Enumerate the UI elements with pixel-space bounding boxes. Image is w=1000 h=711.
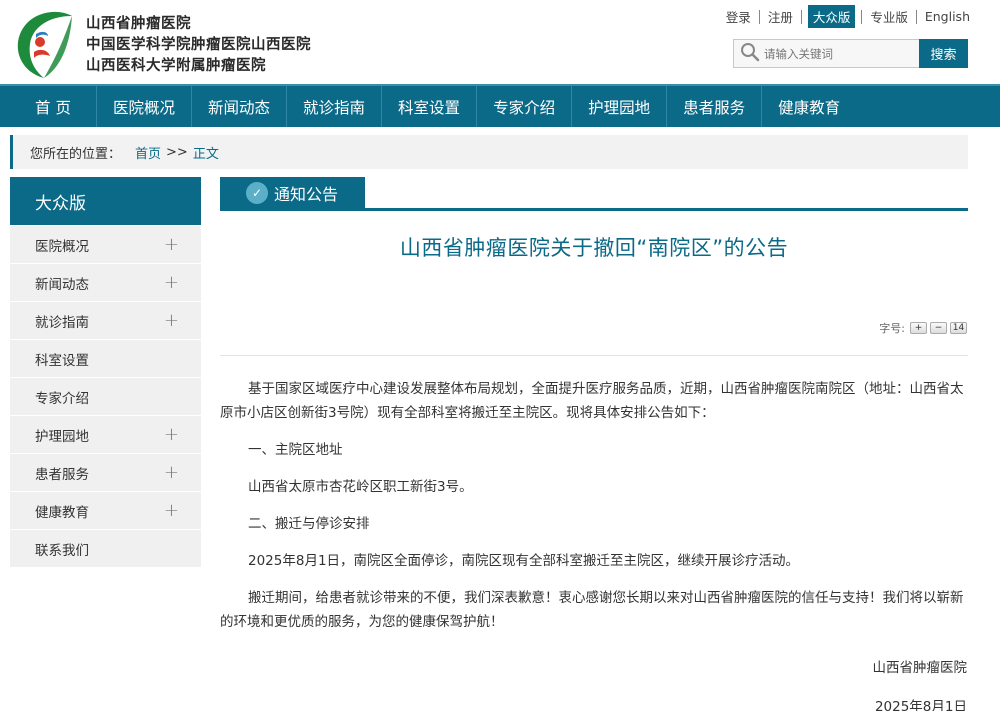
hospital-logo[interactable]	[14, 8, 78, 80]
divider	[800, 9, 802, 24]
article-paragraph: 搬迁期间，给患者就诊带来的不便，我们深表歉意！衷心感谢您长期以来对山西省肿瘤医院…	[220, 590, 964, 630]
english-link[interactable]: English	[917, 9, 970, 24]
sidebar-item-label: 联系我们	[35, 542, 89, 559]
nav-item-news[interactable]: 新闻动态	[192, 86, 288, 127]
sidebar-item-contact[interactable]: 联系我们	[10, 530, 201, 567]
breadcrumb-current[interactable]: 正文	[193, 143, 219, 162]
search-icon	[740, 42, 760, 66]
sidebar-menu: 医院概况 + 新闻动态 + 就诊指南 + 科室设置 专家介绍 护理园地 + 患者服务 + …	[10, 226, 201, 568]
breadcrumb-prefix: 您所在的位置：	[30, 146, 122, 162]
hospital-name-line-2: 中国医学科学院肿瘤医院山西医院	[86, 36, 311, 53]
main-nav: 首 页 医院概况 新闻动态 就诊指南 科室设置 专家介绍 护理园地 患者服务 健…	[0, 84, 1000, 127]
article-paragraph: 基于国家区域医疗中心建设发展整体布局规划，全面提升医疗服务品质，近期，山西省肿瘤…	[220, 381, 964, 421]
expand-icon[interactable]: +	[164, 311, 179, 330]
article-paragraph: 2025年8月1日，南院区全面停诊，南院区现有全部科室搬迁至主院区，继续开展诊疗…	[248, 553, 800, 569]
sidebar-item-label: 科室设置	[35, 352, 89, 369]
search-field[interactable]	[733, 39, 919, 68]
sidebar-item-guide[interactable]: 就诊指南 +	[10, 302, 201, 339]
sidebar-item-news[interactable]: 新闻动态 +	[10, 264, 201, 301]
nav-item-home[interactable]: 首 页	[10, 86, 97, 127]
divider	[220, 355, 968, 356]
font-size-label: 字号:	[879, 322, 905, 335]
sidebar-item-label: 健康教育	[35, 504, 89, 521]
sidebar-item-label: 专家介绍	[35, 390, 89, 407]
sidebar-item-experts[interactable]: 专家介绍	[10, 378, 201, 415]
sidebar-item-label: 患者服务	[35, 466, 89, 483]
breadcrumb-separator: >>	[166, 144, 188, 160]
nav-item-health-education[interactable]: 健康教育	[762, 86, 856, 127]
sidebar-item-patient-services[interactable]: 患者服务 +	[10, 454, 201, 491]
sidebar-item-label: 就诊指南	[35, 314, 89, 331]
sidebar-item-departments[interactable]: 科室设置	[10, 340, 201, 377]
font-reset-button[interactable]: 14	[950, 322, 967, 334]
nav-item-patient-services[interactable]: 患者服务	[667, 86, 763, 127]
expand-icon[interactable]: +	[164, 273, 179, 292]
expand-icon[interactable]: +	[164, 463, 179, 482]
sidebar-title: 大众版	[10, 177, 201, 225]
article-paragraph: 二、搬迁与停诊安排	[248, 516, 370, 532]
search-bar: 搜索	[733, 39, 968, 68]
nav-item-experts[interactable]: 专家介绍	[477, 86, 573, 127]
sidebar-item-label: 护理园地	[35, 428, 89, 445]
article-title: 山西省肿瘤医院关于撤回“南院区”的公告	[399, 236, 789, 260]
expand-icon[interactable]: +	[164, 501, 179, 520]
expand-icon[interactable]: +	[164, 235, 179, 254]
article-paragraph: 山西省太原市杏花岭区职工新街3号。	[248, 479, 473, 495]
hospital-name-line-3: 山西医科大学附属肿瘤医院	[86, 57, 266, 74]
sidebar-item-nursing[interactable]: 护理园地 +	[10, 416, 201, 453]
article-body: 基于国家区域医疗中心建设发展整体布局规划，全面提升医疗服务品质，近期，山西省肿瘤…	[220, 377, 968, 647]
breadcrumb: 您所在的位置： 首页 >> 正文	[10, 135, 968, 169]
hospital-name-line-1: 山西省肿瘤医院	[86, 15, 191, 32]
breadcrumb-home-link[interactable]: 首页	[135, 143, 161, 162]
top-links: 登录 注册 大众版 专业版 English	[718, 5, 970, 28]
site-header: 山西省肿瘤医院 中国医学科学院肿瘤医院山西医院 山西医科大学附属肿瘤医院 登录 …	[0, 0, 1000, 84]
section-tab: ✓ 通知公告	[220, 177, 365, 208]
nav-item-departments[interactable]: 科室设置	[382, 86, 478, 127]
font-increase-button[interactable]: +	[910, 322, 927, 334]
nav-item-overview[interactable]: 医院概况	[97, 86, 193, 127]
article-signature: 山西省肿瘤医院	[872, 660, 968, 676]
font-size-controls: 字号: + − 14	[879, 320, 967, 336]
nav-item-guide[interactable]: 就诊指南	[287, 86, 383, 127]
search-input[interactable]	[764, 46, 904, 61]
article-date: 2025年8月1日	[874, 699, 967, 711]
nav-item-nursing[interactable]: 护理园地	[572, 86, 668, 127]
public-version-link[interactable]: 大众版	[807, 5, 856, 28]
expand-icon[interactable]: +	[164, 425, 179, 444]
sidebar-item-label: 新闻动态	[35, 276, 89, 293]
sidebar-item-health-education[interactable]: 健康教育 +	[10, 492, 201, 529]
register-link[interactable]: 注册	[760, 7, 801, 26]
search-button[interactable]: 搜索	[919, 39, 968, 68]
hospital-name: 山西省肿瘤医院 中国医学科学院肿瘤医院山西医院 山西医科大学附属肿瘤医院	[86, 13, 311, 76]
login-link[interactable]: 登录	[718, 7, 759, 26]
sidebar-item-overview[interactable]: 医院概况 +	[10, 226, 201, 263]
pro-version-link[interactable]: 专业版	[862, 7, 916, 26]
sidebar-item-label: 医院概况	[35, 238, 89, 255]
section-tab-label: 通知公告	[274, 184, 339, 204]
notice-icon: ✓	[246, 181, 268, 204]
font-decrease-button[interactable]: −	[930, 322, 947, 334]
article-paragraph: 一、主院区地址	[248, 442, 343, 458]
section-underline	[220, 208, 968, 211]
